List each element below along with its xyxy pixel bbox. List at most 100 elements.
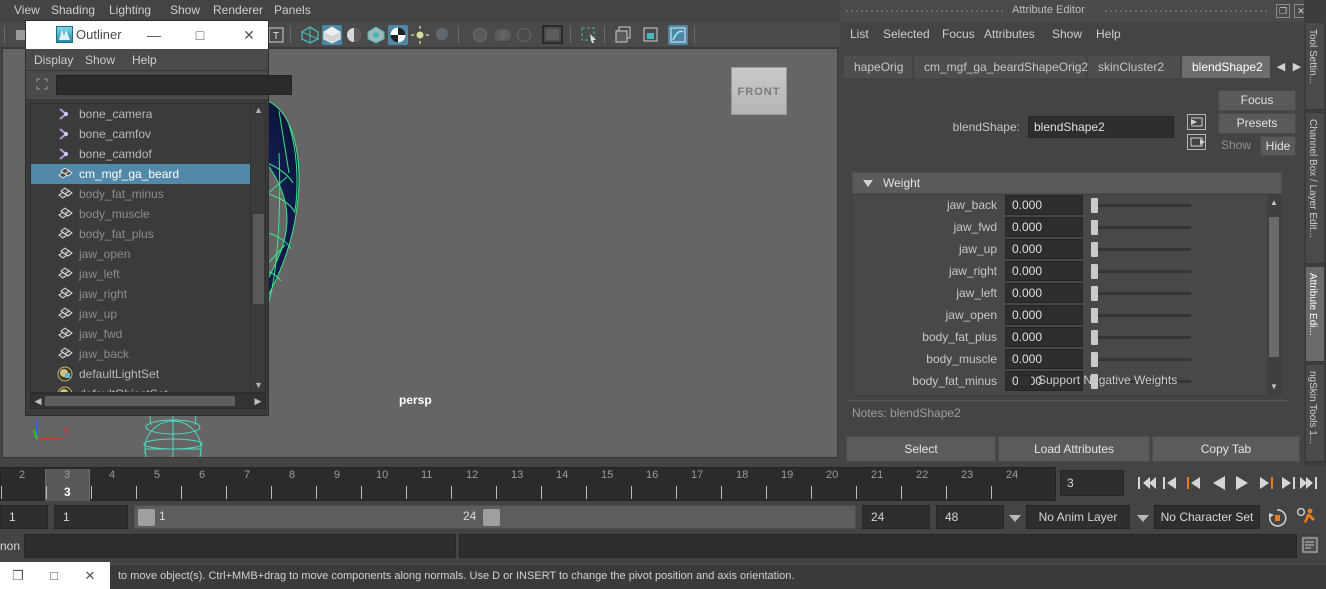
outliner-item-body_fat_plus[interactable]: body_fat_plus	[31, 224, 252, 244]
outliner-item-body_muscle[interactable]: body_muscle	[31, 204, 252, 224]
weight-value-field[interactable]: 0.000	[1005, 327, 1083, 347]
ae-menu-selected[interactable]: Selected	[883, 27, 930, 41]
go-to-start-icon[interactable]	[1134, 471, 1158, 495]
weight-slider-handle[interactable]	[1091, 198, 1098, 213]
os-maximize-button[interactable]: □	[36, 562, 72, 589]
step-back-frame-icon[interactable]	[1182, 471, 1206, 495]
step-forward-frame-icon[interactable]	[1254, 471, 1278, 495]
scroll-down-arrow[interactable]: ▼	[253, 380, 264, 391]
support-negative-weights-checkbox[interactable]	[1018, 375, 1031, 388]
outliner-item-defaultObjectSet[interactable]: defaultObjectSet	[31, 384, 252, 392]
view-cube[interactable]: FRONT	[731, 67, 787, 115]
show-button[interactable]: Show	[1212, 136, 1260, 156]
outliner-item-jaw_open[interactable]: jaw_open	[31, 244, 252, 264]
outliner-scroll-thumb[interactable]	[253, 214, 264, 304]
menu-panels[interactable]: Panels	[274, 3, 311, 17]
menu-lighting[interactable]: Lighting	[109, 3, 151, 17]
ae-menu-focus[interactable]: Focus	[942, 27, 975, 41]
weight-slider-handle[interactable]	[1091, 330, 1098, 345]
play-backwards-icon[interactable]	[1206, 471, 1230, 495]
grid-toggle-icon[interactable]	[668, 25, 688, 45]
playback-end-field[interactable]: 24	[862, 505, 930, 529]
tab-prev-arrow-icon[interactable]: ◀	[1274, 59, 1288, 75]
time-slider[interactable]: 2 3 4 5 6 7 8 9 10 11 12 13 14 15 16 17 18 19 20 21 22 23 24 3	[0, 467, 1056, 501]
ae-menu-help[interactable]: Help	[1096, 27, 1121, 41]
weights-scroll-up-arrow[interactable]: ▲	[1269, 197, 1279, 209]
scroll-left-arrow[interactable]: ◀	[32, 396, 44, 407]
outliner-item-bone_camfov[interactable]: bone_camfov	[31, 124, 252, 144]
weight-value-field[interactable]: 0.000	[1005, 239, 1083, 259]
weight-slider-handle[interactable]	[1091, 220, 1098, 235]
outliner-item-body_fat_minus[interactable]: body_fat_minus	[31, 184, 252, 204]
rail-tab-ngskintools[interactable]: ngSkin Tools 1...	[1305, 364, 1325, 462]
os-restore-button[interactable]: ❐	[0, 562, 36, 589]
outliner-vertical-scrollbar[interactable]: ▲ ▼	[250, 104, 265, 392]
weight-slider-track[interactable]	[1091, 314, 1191, 317]
script-editor-icon[interactable]	[1300, 535, 1320, 555]
search-filter-icon[interactable]	[34, 77, 50, 93]
weight-slider-handle[interactable]	[1091, 242, 1098, 257]
outliner-item-jaw_fwd[interactable]: jaw_fwd	[31, 324, 252, 344]
weights-scrollbar[interactable]: ▲ ▼	[1267, 195, 1281, 395]
weights-scroll-thumb[interactable]	[1269, 217, 1279, 357]
go-to-end-icon[interactable]	[1298, 471, 1322, 495]
character-set-combo[interactable]: No Character Set	[1154, 505, 1260, 529]
menu-shading[interactable]: Shading	[51, 3, 95, 17]
tab-skincluster2[interactable]: skinCluster2	[1088, 56, 1180, 78]
select-node-in-icon[interactable]	[1187, 114, 1206, 130]
rail-tab-channel-box[interactable]: Channel Box / Layer Edit...	[1305, 112, 1325, 264]
shadow-sphere-icon[interactable]	[432, 25, 452, 45]
hide-button[interactable]: Hide	[1260, 136, 1296, 156]
xray-select-icon[interactable]	[580, 25, 600, 45]
smooth-shade-icon[interactable]	[322, 25, 342, 45]
outliner-item-bone_camera[interactable]: bone_camera	[31, 104, 252, 124]
scroll-right-arrow[interactable]: ▶	[252, 396, 264, 407]
weight-slider-track[interactable]	[1091, 270, 1191, 273]
outliner-search-input[interactable]	[56, 75, 292, 95]
rail-tab-attribute-editor[interactable]: Attribute Edi...	[1305, 266, 1325, 362]
anti-alias-icon[interactable]	[514, 25, 534, 45]
textured-sphere-icon[interactable]	[366, 25, 386, 45]
weight-value-field[interactable]: 0.000	[1005, 195, 1083, 215]
presets-button[interactable]: Presets	[1218, 113, 1296, 134]
command-line-input[interactable]	[24, 534, 456, 558]
weight-slider-handle[interactable]	[1091, 264, 1098, 279]
step-back-key-icon[interactable]	[1158, 471, 1182, 495]
ae-menu-attributes[interactable]: Attributes	[984, 27, 1035, 41]
anim-end-field[interactable]: 48	[936, 505, 1004, 529]
anim-layer-combo[interactable]: No Anim Layer	[1026, 505, 1130, 529]
text-toggle-icon[interactable]: T	[266, 25, 286, 45]
copy-tab-button[interactable]: Copy Tab	[1152, 436, 1300, 462]
weight-slider-handle[interactable]	[1091, 352, 1098, 367]
focus-button[interactable]: Focus	[1218, 90, 1296, 111]
outliner-menu-help[interactable]: Help	[132, 53, 157, 67]
weight-slider-track[interactable]	[1091, 204, 1191, 207]
ae-menu-list[interactable]: List	[850, 27, 869, 41]
menu-view[interactable]: View	[14, 3, 40, 17]
tab-next-arrow-icon[interactable]: ▶	[1290, 59, 1304, 75]
wireframe-sphere-icon[interactable]	[300, 25, 320, 45]
range-start-field[interactable]: 1	[54, 505, 128, 529]
command-line-output[interactable]	[459, 534, 1297, 558]
gamma-correct-icon[interactable]	[542, 25, 563, 45]
os-close-button[interactable]: ✕	[72, 562, 108, 589]
tab-blendshape2[interactable]: blendShape2	[1182, 56, 1270, 78]
screen-space-ao-icon[interactable]	[470, 25, 490, 45]
light-bulb-icon[interactable]	[410, 25, 430, 45]
weight-slider-track[interactable]	[1091, 292, 1191, 295]
weight-value-field[interactable]: 0.000	[1005, 217, 1083, 237]
weight-value-field[interactable]: 0.000	[1005, 305, 1083, 325]
outliner-item-jaw_left[interactable]: jaw_left	[31, 264, 252, 284]
select-button[interactable]: Select	[846, 436, 996, 462]
weight-slider-handle[interactable]	[1091, 308, 1098, 323]
ae-menu-show[interactable]: Show	[1052, 27, 1082, 41]
current-frame-field[interactable]: 3	[1060, 470, 1124, 496]
range-start-handle[interactable]	[138, 509, 155, 526]
outliner-item-defaultLightSet[interactable]: defaultLightSet	[31, 364, 252, 384]
anim-start-field[interactable]: 1	[0, 505, 48, 529]
blendshape-name-field[interactable]: blendShape2	[1028, 116, 1174, 138]
panel-layout-icon[interactable]	[614, 25, 634, 45]
weight-slider-track[interactable]	[1091, 248, 1191, 251]
outliner-item-jaw_right[interactable]: jaw_right	[31, 284, 252, 304]
shaded-half-icon[interactable]	[344, 25, 364, 45]
